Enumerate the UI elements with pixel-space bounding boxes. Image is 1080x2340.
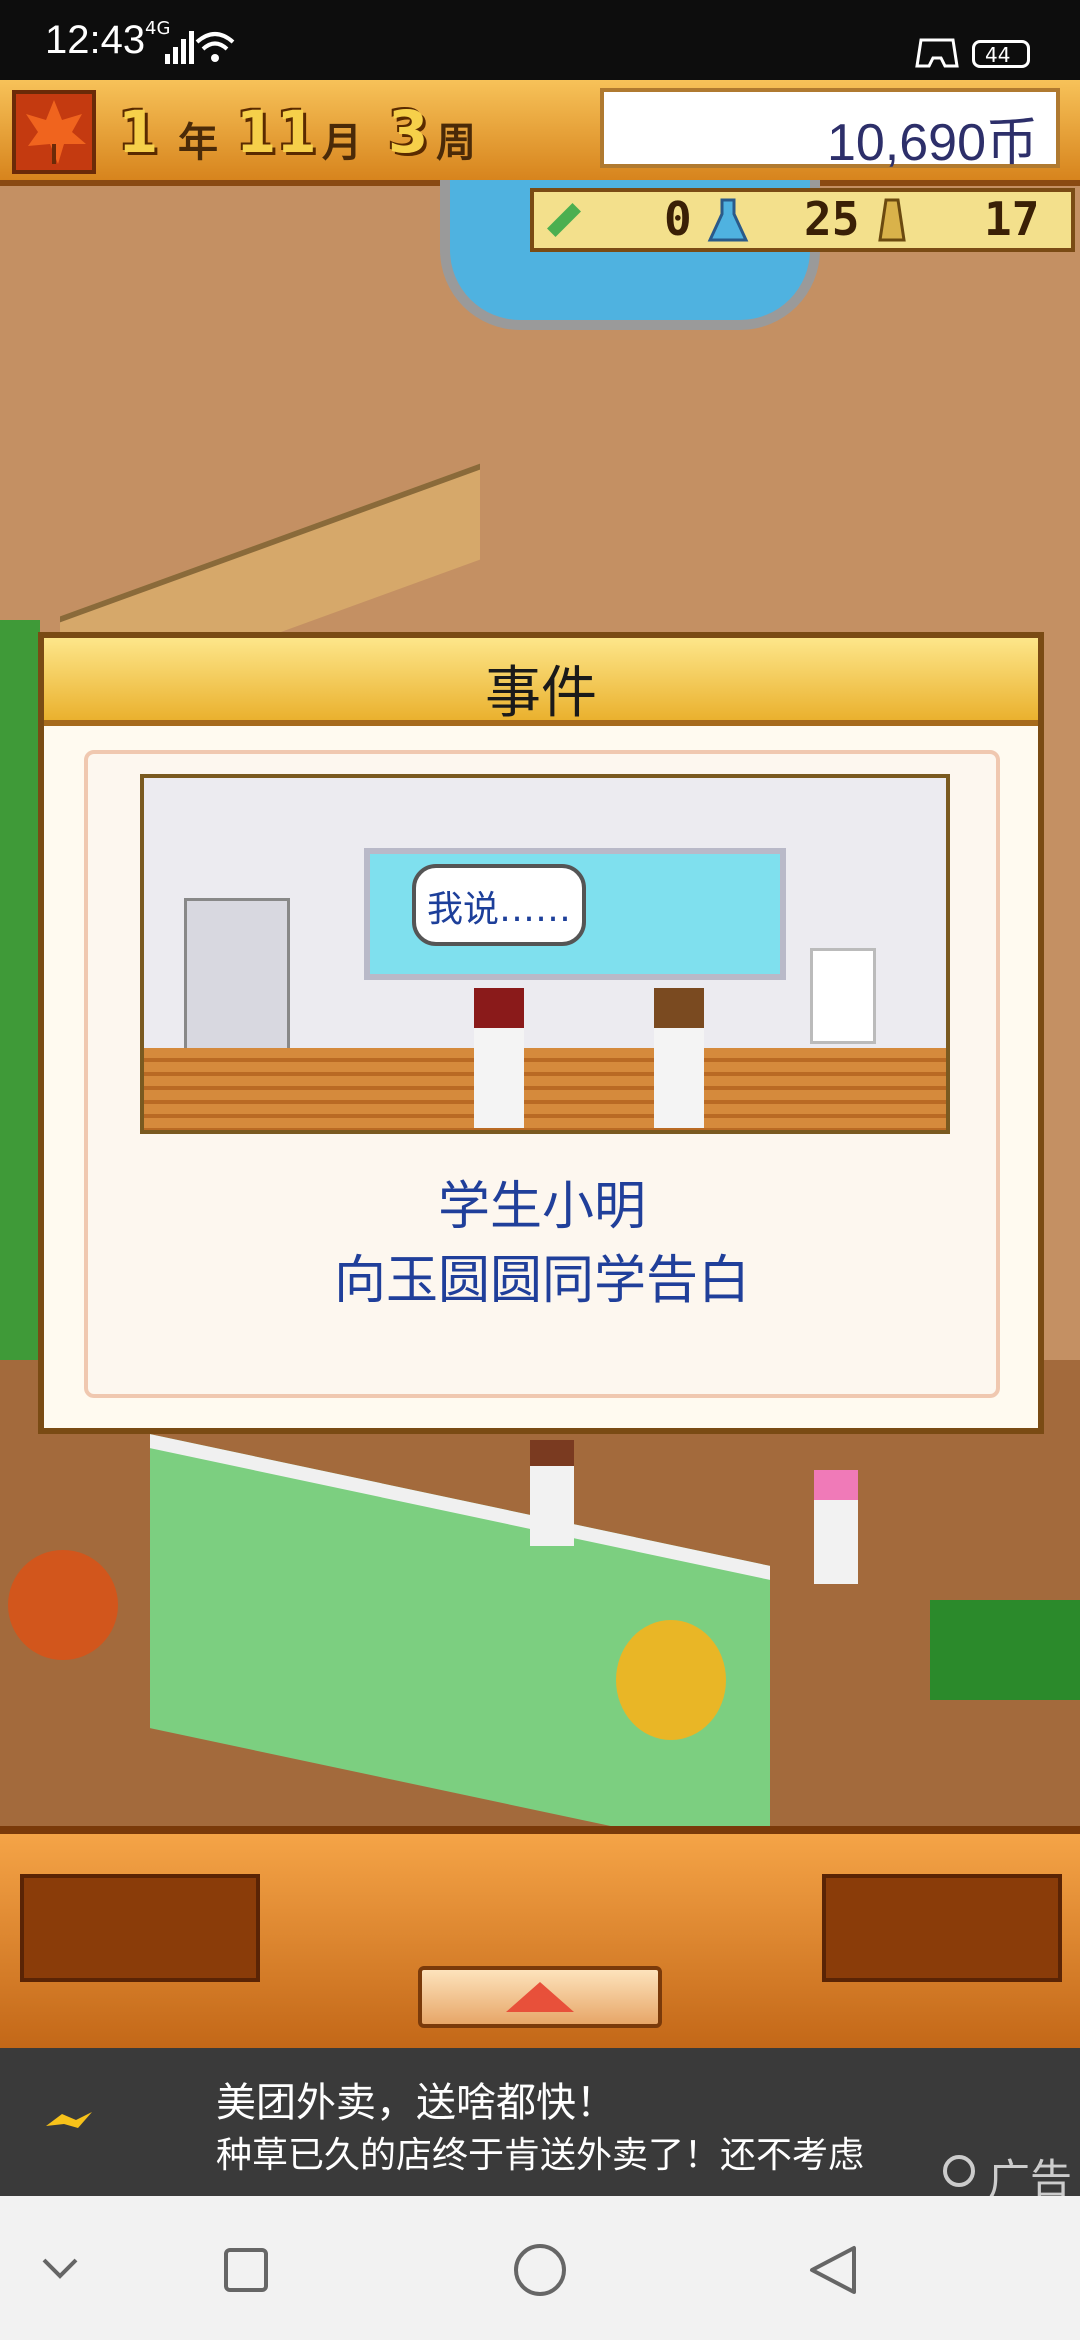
student-pink-map[interactable]: [814, 1470, 858, 1584]
locker: [184, 898, 290, 1054]
classroom-floor: [144, 1048, 946, 1130]
status-bar: 12:43 4G 44: [0, 0, 1080, 80]
tower-icon: [878, 198, 906, 242]
wifi-icon: [195, 32, 235, 62]
potion-points: 25: [804, 192, 860, 246]
green-fence-right: [930, 1600, 1080, 1700]
event-dialog-header: 事件: [44, 638, 1038, 726]
ad-headline: 美团外卖，送啥都快！: [216, 2080, 616, 2126]
back-icon[interactable]: [808, 2244, 858, 2296]
event-line-2: 向玉圆圆同学告白: [333, 1251, 750, 1311]
chevron-down-icon[interactable]: [40, 2252, 80, 2282]
clock: 12:43: [45, 18, 146, 62]
navigation-bar: [0, 2196, 1080, 2340]
student-boy: [654, 988, 704, 1128]
notice-board: [810, 948, 876, 1044]
speech-text: 我说……: [426, 889, 571, 930]
money-amount: 10,690币: [826, 114, 1038, 172]
event-scene-image: 我说……: [140, 774, 950, 1134]
month-unit: 月: [322, 120, 362, 166]
arrow-up-icon: [506, 1982, 574, 2012]
date-money-bar: 1 年 11 月 3 周 10,690币: [0, 80, 1080, 186]
recent-apps-icon[interactable]: [222, 2246, 270, 2294]
pencil-icon: [547, 203, 581, 237]
action-bar: [0, 1826, 1080, 2056]
month-number: 11: [236, 98, 317, 166]
event-title: 事件: [485, 661, 597, 726]
grass-left: [0, 620, 40, 1420]
battery-level: 44: [985, 43, 1011, 67]
research-points: 0: [664, 192, 692, 246]
ad-banner[interactable]: 美团外卖，送啥都快！ 种草已久的店终于肯送外卖了！还不考虑 广告: [0, 2048, 1080, 2204]
ad-refresh-icon[interactable]: [940, 2152, 978, 2190]
home-icon[interactable]: [512, 2242, 568, 2298]
week-number: 3: [388, 98, 429, 166]
event-dialog[interactable]: 事件 我说…… 学生小明 向玉圆圆同学告白: [38, 632, 1044, 1434]
event-dialog-body: 我说…… 学生小明 向玉圆圆同学告白: [84, 750, 1000, 1398]
game-controller-icon: [915, 38, 959, 68]
tower-points: 17: [984, 192, 1040, 246]
week-unit: 周: [436, 120, 476, 166]
tree-orange: [8, 1550, 118, 1660]
money-display[interactable]: 10,690币: [600, 88, 1060, 172]
ad-subline: 种草已久的店终于肯送外卖了！还不考虑: [216, 2135, 865, 2176]
battery-icon: 44: [972, 40, 1030, 68]
student-girl-map[interactable]: [530, 1440, 574, 1546]
meituan-logo-icon: [46, 2112, 92, 2128]
autumn-leaf-icon[interactable]: [12, 90, 96, 174]
left-slot-button[interactable]: [20, 1874, 260, 1982]
expand-menu-button[interactable]: [418, 1966, 662, 2028]
right-slot-button[interactable]: [822, 1874, 1062, 1982]
speech-bubble: 我说……: [412, 864, 586, 946]
signal-icon: [165, 31, 194, 64]
event-line-1: 学生小明: [437, 1177, 646, 1237]
year-unit: 年: [178, 120, 218, 166]
resource-bar: 0 25 17: [530, 188, 1075, 252]
year-number: 1: [118, 98, 159, 166]
tree-yellow: [616, 1620, 726, 1740]
student-girl: [474, 988, 524, 1128]
flask-icon: [707, 198, 749, 242]
